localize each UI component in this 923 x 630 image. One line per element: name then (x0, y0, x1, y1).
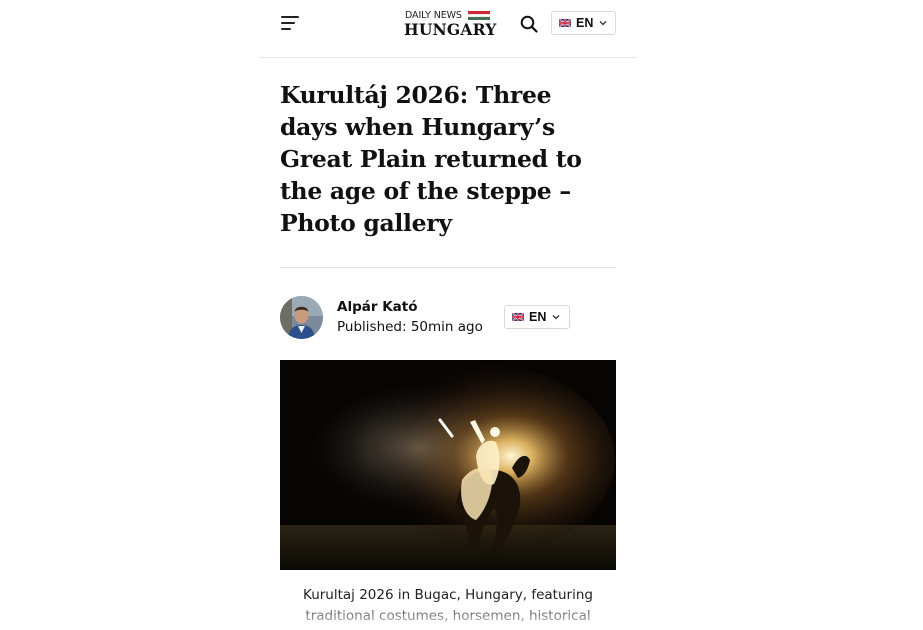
photo-caption: Kurultaj 2026 in Bugac, Hungary, featuri… (303, 587, 593, 624)
search-icon[interactable] (520, 15, 538, 33)
article-page: DAILY NEWS HUNGARY EN Kurultáj 2026: Thr… (259, 0, 637, 630)
hungarian-flag-icon (468, 11, 490, 20)
chevron-down-icon (552, 315, 560, 320)
hamburger-menu-icon[interactable] (281, 14, 301, 32)
language-selector[interactable]: EN (551, 11, 616, 35)
language-code: EN (576, 16, 594, 30)
published-time: Published: 50min ago (337, 319, 483, 335)
article-title: Kurultáj 2026: Three days when Hungary’s… (280, 81, 582, 237)
article-language-code: EN (529, 310, 547, 324)
author-name[interactable]: Alpár Kató (337, 299, 418, 315)
chevron-down-icon (599, 21, 607, 26)
article-language-selector[interactable]: EN (504, 305, 570, 329)
site-logo[interactable]: DAILY NEWS HUNGARY (404, 9, 496, 39)
author-avatar[interactable] (280, 296, 323, 339)
top-navigation-bar: DAILY NEWS HUNGARY EN (259, 0, 637, 58)
logo-hungary: HUNGARY (404, 20, 497, 39)
uk-flag-icon (512, 313, 524, 321)
article-hero-photo[interactable] (280, 360, 616, 570)
uk-flag-icon (559, 19, 571, 27)
title-divider (280, 267, 616, 268)
